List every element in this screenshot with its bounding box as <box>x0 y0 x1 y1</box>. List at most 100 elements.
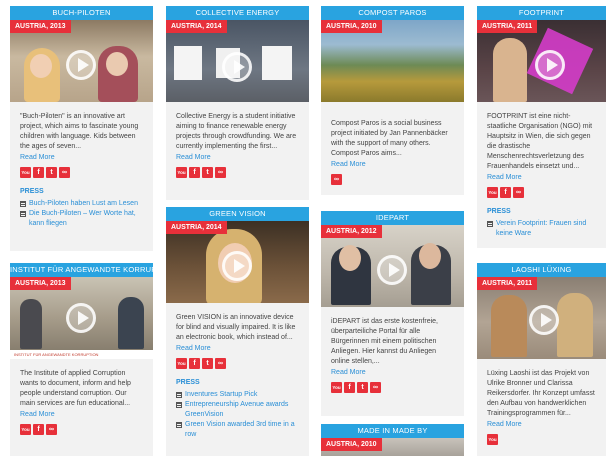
facebook-icon[interactable]: f <box>500 187 511 198</box>
read-more-link[interactable]: Read More <box>166 343 309 354</box>
project-description: Lüxing Laoshi ist das Projekt von Ulrike… <box>487 370 595 417</box>
press-link[interactable]: Entrepreneurship Avenue awards GreenVisi… <box>166 400 309 420</box>
year-badge: AUSTRIA, 2010 <box>321 20 382 33</box>
press-heading: PRESS <box>487 208 511 215</box>
press-heading: PRESS <box>176 379 200 386</box>
link-icon[interactable]: ∞ <box>215 167 226 178</box>
press-link[interactable]: Die Buch-Piloten – Wer Worte hat, kann f… <box>10 209 153 229</box>
project-image[interactable]: AUSTRIA, 2010 <box>321 20 464 102</box>
twitter-icon[interactable]: t <box>202 358 213 369</box>
video-thumbnail[interactable]: AUSTRIA, 2011 <box>477 20 606 102</box>
play-icon[interactable] <box>529 305 559 335</box>
year-badge: AUSTRIA, 2013 <box>10 20 71 33</box>
video-thumbnail[interactable]: AUSTRIA, 2013 <box>10 20 153 102</box>
video-thumbnail[interactable]: AUSTRIA, 2014 <box>166 221 309 303</box>
link-icon[interactable]: ∞ <box>331 174 342 185</box>
press-link[interactable]: Verein Footprint: Frauen sind keine Ware <box>477 219 606 239</box>
link-icon[interactable]: ∞ <box>513 187 524 198</box>
social-icons: You f t ∞ <box>321 378 464 393</box>
link-icon[interactable]: ∞ <box>46 424 57 435</box>
play-icon[interactable] <box>222 52 252 82</box>
project-card-institut-korruption: INSTITUT FÜR ANGEWANDTE KORRUPTION AUSTR… <box>10 263 153 456</box>
link-icon[interactable]: ∞ <box>370 382 381 393</box>
video-thumbnail[interactable]: AUSTRIA, 2010 <box>321 438 464 456</box>
social-icons: You f t ∞ <box>166 354 309 369</box>
read-more-link[interactable]: Read More <box>10 152 153 163</box>
project-grid: BUCH-PILOTEN AUSTRIA, 2013 "Buch-Piloten… <box>0 0 606 456</box>
book-icon <box>20 211 26 217</box>
book-icon <box>487 221 493 227</box>
card-title[interactable]: MADE IN MADE BY <box>321 424 464 438</box>
project-card-idepart: IDEPART AUSTRIA, 2012 iDEPART ist das er… <box>321 211 464 416</box>
play-icon[interactable] <box>222 251 252 281</box>
social-icons: You f ∞ <box>477 183 606 198</box>
card-title[interactable]: IDEPART <box>321 211 464 225</box>
press-heading: PRESS <box>20 188 44 195</box>
read-more-link[interactable]: Read More <box>321 159 464 170</box>
facebook-icon[interactable]: f <box>33 424 44 435</box>
link-icon[interactable]: ∞ <box>215 358 226 369</box>
card-title[interactable]: GREEN VISION <box>166 207 309 221</box>
read-more-link[interactable]: Read More <box>477 172 606 183</box>
social-icons: You f t ∞ <box>166 163 309 178</box>
twitter-icon[interactable]: t <box>202 167 213 178</box>
youtube-icon[interactable]: You <box>20 167 31 178</box>
link-icon[interactable]: ∞ <box>59 167 70 178</box>
video-thumbnail[interactable]: AUSTRIA, 2014 <box>166 20 309 102</box>
youtube-icon[interactable]: You <box>176 358 187 369</box>
video-thumbnail[interactable]: AUSTRIA, 2011 <box>477 277 606 359</box>
play-icon[interactable] <box>377 255 407 285</box>
read-more-link[interactable]: Read More <box>321 367 464 378</box>
play-icon[interactable] <box>66 303 96 333</box>
facebook-icon[interactable]: f <box>344 382 355 393</box>
social-icons: You f ∞ <box>10 420 153 435</box>
card-title[interactable]: COMPOST PAROS <box>321 6 464 20</box>
project-description: FOOTPRINT ist eine nicht-staatliche Orga… <box>487 113 593 170</box>
play-icon[interactable] <box>66 50 96 80</box>
project-description: Collective Energy is a student initiativ… <box>176 113 297 150</box>
press-link[interactable]: Green Vision awarded 3rd time in a row <box>166 420 309 440</box>
youtube-icon[interactable]: You <box>487 434 498 445</box>
youtube-icon[interactable]: You <box>331 382 342 393</box>
facebook-icon[interactable]: f <box>33 167 44 178</box>
year-badge: AUSTRIA, 2011 <box>477 20 538 33</box>
read-more-link[interactable]: Read More <box>166 152 309 163</box>
youtube-icon[interactable]: You <box>20 424 31 435</box>
person-face <box>339 245 361 271</box>
youtube-icon[interactable]: You <box>487 187 498 198</box>
facebook-icon[interactable]: f <box>189 167 200 178</box>
card-title[interactable]: BUCH-PILOTEN <box>10 6 153 20</box>
person-figure <box>491 295 527 357</box>
year-badge: AUSTRIA, 2014 <box>166 221 227 234</box>
year-badge: AUSTRIA, 2011 <box>477 277 538 290</box>
twitter-icon[interactable]: t <box>357 382 368 393</box>
book-icon <box>176 402 182 408</box>
card-title[interactable]: INSTITUT FÜR ANGEWANDTE KORRUPTION <box>10 263 153 277</box>
project-card-collective-energy: COLLECTIVE ENERGY AUSTRIA, 2014 Collecti… <box>166 6 309 200</box>
person-face <box>30 54 52 78</box>
project-card-buch-piloten: BUCH-PILOTEN AUSTRIA, 2013 "Buch-Piloten… <box>10 6 153 251</box>
read-more-link[interactable]: Read More <box>10 409 153 420</box>
thumbnail-caption: INSTITUT FÜR ANGEWANDTE KORRUPTION <box>10 350 153 359</box>
card-title[interactable]: FOOTPRINT <box>477 6 606 20</box>
video-thumbnail[interactable]: AUSTRIA, 2013 INSTITUT FÜR ANGEWANDTE KO… <box>10 277 153 359</box>
press-link[interactable]: Inventures Startup Pick <box>166 390 309 400</box>
facebook-icon[interactable]: f <box>189 358 200 369</box>
press-link[interactable]: Buch-Piloten haben Lust am Lesen <box>10 199 153 209</box>
project-description: Green VISION is an innovative device for… <box>176 314 296 341</box>
play-icon[interactable] <box>535 50 565 80</box>
social-icons: ∞ <box>321 170 464 185</box>
project-card-green-vision: GREEN VISION AUSTRIA, 2014 Green VISION … <box>166 207 309 456</box>
project-description: "Buch-Piloten" is an innovative art proj… <box>20 113 139 150</box>
youtube-icon[interactable]: You <box>176 167 187 178</box>
twitter-icon[interactable]: t <box>46 167 57 178</box>
person-figure <box>20 299 42 349</box>
card-title[interactable]: COLLECTIVE ENERGY <box>166 6 309 20</box>
card-title[interactable]: LAOSHI LÜXING <box>477 263 606 277</box>
project-description: Compost Paros is a social business proje… <box>331 120 448 157</box>
video-thumbnail[interactable]: AUSTRIA, 2012 <box>321 225 464 307</box>
person-figure <box>557 293 593 357</box>
read-more-link[interactable]: Read More <box>477 419 606 430</box>
project-card-footprint: FOOTPRINT AUSTRIA, 2011 FOOTPRINT ist ei… <box>477 6 606 248</box>
social-icons: You <box>477 430 606 445</box>
